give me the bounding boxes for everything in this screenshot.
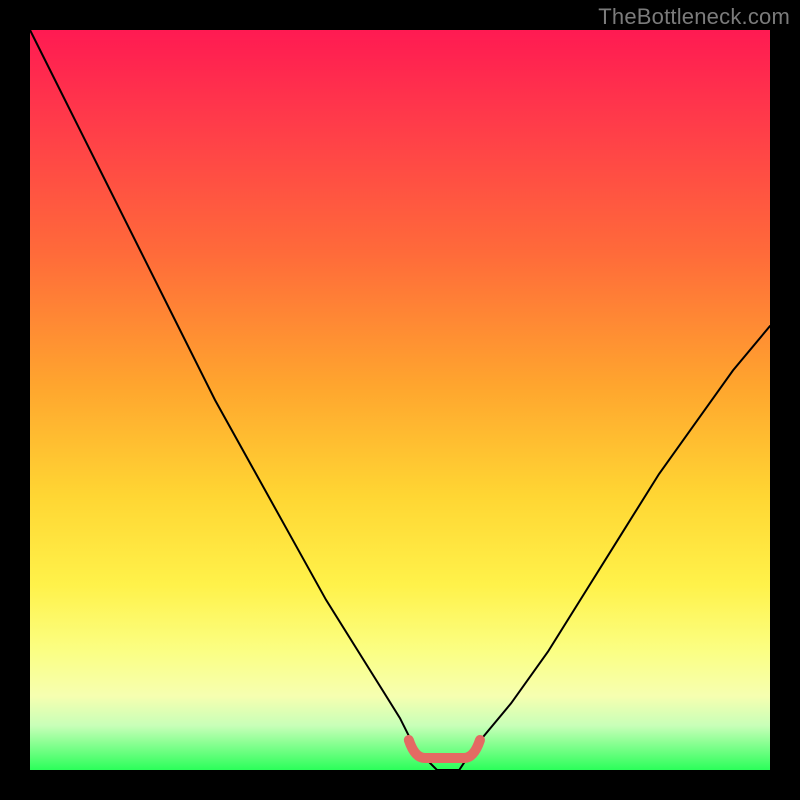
bottleneck-curve-path xyxy=(30,30,770,770)
chart-frame: TheBottleneck.com xyxy=(0,0,800,800)
optimal-region-path xyxy=(409,740,480,758)
watermark-label: TheBottleneck.com xyxy=(598,4,790,30)
curve-overlay xyxy=(30,30,770,770)
plot-area xyxy=(30,30,770,770)
